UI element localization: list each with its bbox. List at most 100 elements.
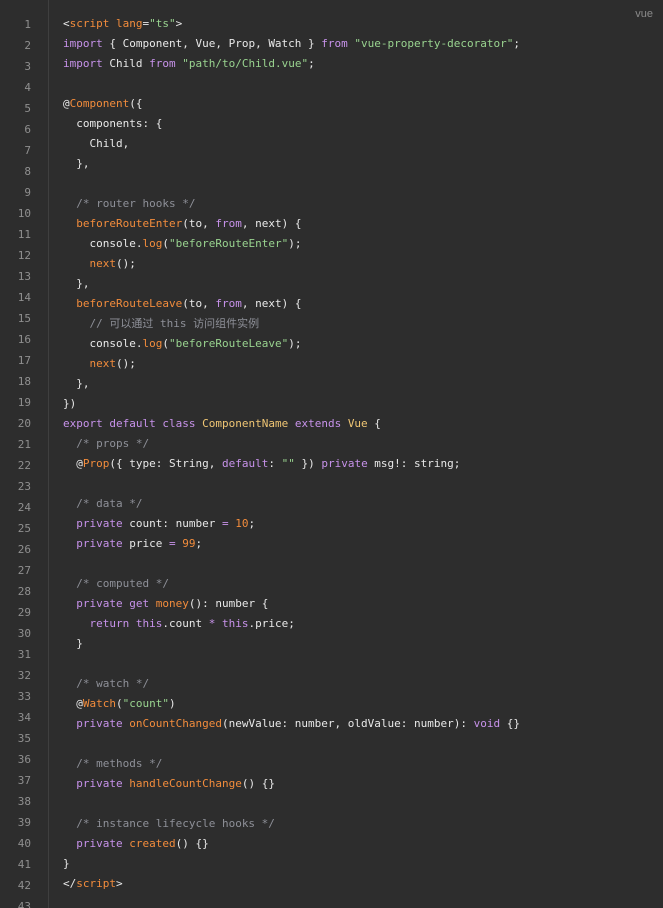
code-token: console. [63, 337, 143, 350]
code-token: ( [162, 337, 169, 350]
code-token: ({ type: String, [109, 457, 222, 470]
code-token: , next) { [241, 297, 302, 310]
code-line: /* computed */ [63, 574, 663, 594]
code-line: @Watch("count") [63, 694, 663, 714]
code-line: } [63, 634, 663, 654]
code-line: beforeRouteEnter(to, from, next) { [63, 214, 663, 234]
line-number: 15 [17, 312, 31, 325]
code-token: script [69, 17, 110, 30]
code-token: { Component, Vue, Prop, Watch } [102, 37, 322, 50]
code-token: money [155, 597, 189, 610]
code-token: private [76, 537, 123, 550]
code-token: : [268, 457, 282, 470]
line-number: 14 [17, 291, 31, 304]
line-number: 6 [24, 123, 31, 136]
code-token: Prop [82, 457, 110, 470]
code-line: next(); [63, 254, 663, 274]
code-token: Watch [82, 697, 116, 710]
code-token: this [221, 617, 249, 630]
code-token: ( [116, 697, 123, 710]
code-token: > [116, 877, 123, 890]
code-token: Child [102, 57, 150, 70]
code-token: private [76, 717, 123, 730]
code-token: private [76, 777, 123, 790]
code-line: <script lang="ts"> [63, 14, 663, 34]
code-line: }, [63, 374, 663, 394]
line-number: 16 [17, 333, 31, 346]
code-token: import [63, 37, 103, 50]
code-line: private count: number = 10; [63, 514, 663, 534]
code-token: next [89, 357, 117, 370]
code-token: /* data */ [76, 497, 143, 510]
code-token: // 可以通过 this 访问组件实例 [89, 317, 260, 330]
code-token: from [215, 297, 242, 310]
code-token: /* methods */ [76, 757, 163, 770]
code-block[interactable]: <script lang="ts"> import { Component, Vu… [63, 14, 663, 894]
code-line: export default class ComponentName exten… [63, 414, 663, 434]
code-line: /* router hooks */ [63, 194, 663, 214]
code-token: 99 [182, 537, 196, 550]
code-line: Child, [63, 134, 663, 154]
code-token: /* computed */ [76, 577, 169, 590]
code-line: import { Component, Vue, Prop, Watch } f… [63, 34, 663, 54]
line-number: 22 [17, 459, 31, 472]
code-token: {} [500, 717, 520, 730]
code-line: // 可以通过 this 访问组件实例 [63, 314, 663, 334]
line-number: 17 [17, 354, 31, 367]
code-token: </ [63, 877, 77, 890]
line-number: 3 [24, 60, 31, 73]
code-token: /* router hooks */ [76, 197, 196, 210]
line-number: 31 [17, 648, 31, 661]
line-number: 21 [17, 438, 31, 451]
code-line: import Child from "path/to/Child.vue"; [63, 54, 663, 74]
code-token: ({ [129, 97, 143, 110]
code-token: }, [63, 277, 90, 290]
code-token: }) [63, 397, 77, 410]
code-line: @Prop({ type: String, default: "" }) pri… [63, 454, 663, 474]
code-token: return [89, 617, 130, 630]
code-token: private [76, 837, 123, 850]
code-token: Component [69, 97, 130, 110]
line-number: 37 [17, 774, 31, 787]
code-token: void [473, 717, 501, 730]
code-token: log [142, 237, 163, 250]
code-token: }, [63, 377, 90, 390]
line-number: 42 [17, 879, 31, 892]
code-editor: 1 2 3 4 5 6 7 8 9 10 11 12 13 14 15 16 17 18 19 20 21 22 23 24 2… [0, 0, 663, 908]
code-token: "vue-property-decorator" [354, 37, 514, 50]
code-token: extends [294, 417, 342, 430]
code-token: private [76, 597, 123, 610]
code-token: @ [63, 697, 83, 710]
line-number: 36 [17, 753, 31, 766]
code-token: = [168, 537, 176, 550]
line-number: 5 [24, 102, 31, 115]
code-line: /* props */ [63, 434, 663, 454]
line-number: 43 [17, 900, 31, 908]
code-line: private handleCountChange() {} [63, 774, 663, 794]
code-token: export [63, 417, 103, 430]
line-number: 24 [17, 501, 31, 514]
code-line: private onCountChanged(newValue: number,… [63, 714, 663, 734]
code-token: ); [288, 337, 302, 350]
code-token: ; [308, 57, 315, 70]
line-number: 29 [17, 606, 31, 619]
code-token: class [162, 417, 196, 430]
line-number: 4 [24, 81, 31, 94]
line-number: 38 [17, 795, 31, 808]
code-token: (): number { [188, 597, 269, 610]
code-line: console.log("beforeRouteLeave"); [63, 334, 663, 354]
